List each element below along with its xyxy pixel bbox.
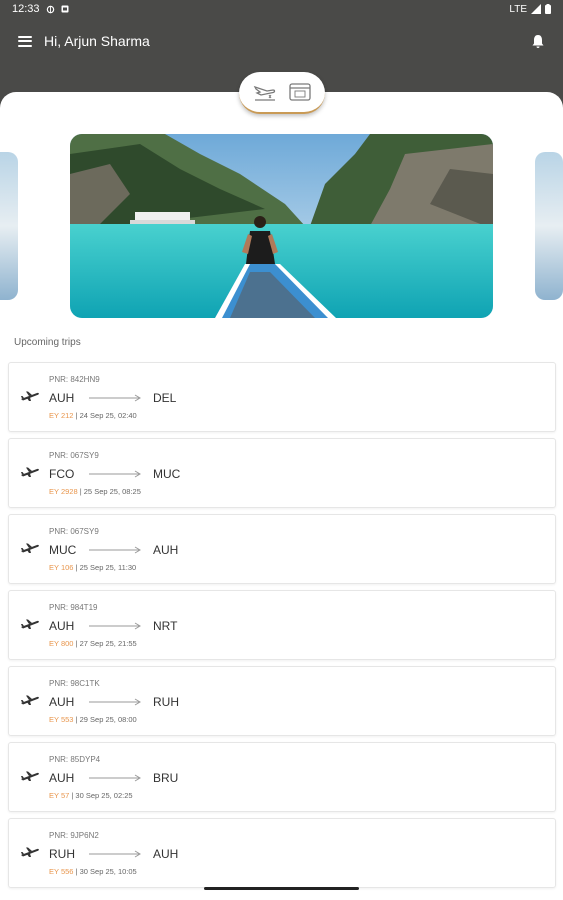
home-indicator[interactable] bbox=[204, 887, 359, 890]
trip-route: AUH DEL bbox=[49, 391, 176, 405]
status-bar: 12:33 LTE bbox=[0, 0, 563, 18]
calendar-mode-button[interactable] bbox=[285, 77, 315, 107]
notification-icon bbox=[61, 5, 69, 13]
trip-route: AUH RUH bbox=[49, 695, 179, 709]
carousel-prev-slide[interactable] bbox=[0, 152, 18, 300]
flight-date: 24 Sep 25, 02:40 bbox=[79, 411, 137, 420]
trip-route: FCO MUC bbox=[49, 467, 180, 481]
trip-pnr: PNR: 067SY9 bbox=[49, 527, 99, 536]
plane-icon bbox=[21, 467, 39, 477]
calendar-icon bbox=[288, 83, 311, 101]
flight-date: 25 Sep 25, 08:25 bbox=[83, 487, 141, 496]
carousel-next-slide[interactable] bbox=[535, 152, 563, 300]
plane-icon bbox=[21, 847, 39, 857]
destination-code: RUH bbox=[153, 695, 179, 709]
origin-code: AUH bbox=[49, 695, 75, 709]
origin-code: AUH bbox=[49, 391, 75, 405]
trip-card[interactable]: PNR: 9JP6N2 RUH AUH EY 556 | 30 Sep 25, 10:… bbox=[8, 818, 556, 888]
flight-date: 30 Sep 25, 02:25 bbox=[75, 791, 133, 800]
bell-icon[interactable] bbox=[531, 34, 545, 49]
trip-route: MUC AUH bbox=[49, 543, 178, 557]
trip-route: RUH AUH bbox=[49, 847, 178, 861]
origin-code: MUC bbox=[49, 543, 77, 557]
route-arrow-icon bbox=[89, 698, 141, 706]
trip-card[interactable]: PNR: 067SY9 MUC AUH EY 106 | 25 Sep 25, 11:… bbox=[8, 514, 556, 584]
app-bar: Hi, Arjun Sharma bbox=[0, 26, 563, 56]
origin-code: FCO bbox=[49, 467, 75, 481]
trip-card[interactable]: PNR: 98C1TK AUH RUH EY 553 | 29 Sep 25, 08:… bbox=[8, 666, 556, 736]
flight-mode-button[interactable] bbox=[250, 77, 280, 107]
destination-banner-image[interactable] bbox=[70, 134, 493, 318]
trip-pnr: PNR: 98C1TK bbox=[49, 679, 100, 688]
destination-code: AUH bbox=[153, 543, 179, 557]
origin-code: AUH bbox=[49, 619, 75, 633]
plane-icon bbox=[21, 771, 39, 781]
trip-flight-info: EY 800 | 27 Sep 25, 21:55 bbox=[49, 639, 137, 648]
trip-pnr: PNR: 067SY9 bbox=[49, 451, 99, 460]
flight-date: 25 Sep 25, 11:30 bbox=[79, 563, 137, 572]
route-arrow-icon bbox=[89, 394, 141, 402]
trip-flight-info: EY 106 | 25 Sep 25, 11:30 bbox=[49, 563, 136, 572]
trip-card[interactable]: PNR: 984T19 AUH NRT EY 800 | 27 Sep 25, 21:… bbox=[8, 590, 556, 660]
battery-icon bbox=[545, 4, 551, 14]
flight-number: EY 553 bbox=[49, 715, 74, 724]
trip-pnr: PNR: 85DYP4 bbox=[49, 755, 101, 764]
flight-number: EY 556 bbox=[49, 867, 74, 876]
flight-date: 29 Sep 25, 08:00 bbox=[79, 715, 137, 724]
plane-icon bbox=[21, 543, 39, 553]
trip-flight-info: EY 57 | 30 Sep 25, 02:25 bbox=[49, 791, 133, 800]
flight-date: 30 Sep 25, 10:05 bbox=[79, 867, 137, 876]
data-saver-icon bbox=[46, 5, 54, 13]
destination-code: MUC bbox=[153, 467, 181, 481]
trip-pnr: PNR: 842HN9 bbox=[49, 375, 100, 384]
trip-card[interactable]: PNR: 842HN9 AUH DEL EY 212 | 24 Sep 25, 02:… bbox=[8, 362, 556, 432]
menu-icon[interactable] bbox=[18, 35, 32, 47]
trip-route: AUH NRT bbox=[49, 619, 177, 633]
trip-pnr: PNR: 984T19 bbox=[49, 603, 98, 612]
destination-code: BRU bbox=[153, 771, 179, 785]
origin-code: RUH bbox=[49, 847, 75, 861]
trip-card[interactable]: PNR: 85DYP4 AUH BRU EY 57 | 30 Sep 25, 02:2… bbox=[8, 742, 556, 812]
status-time: 12:33 bbox=[12, 3, 40, 15]
destination-code: NRT bbox=[153, 619, 178, 633]
route-arrow-icon bbox=[89, 850, 141, 858]
flight-number: EY 106 bbox=[49, 563, 74, 572]
network-type: LTE bbox=[509, 3, 527, 15]
plane-icon bbox=[21, 391, 39, 401]
route-arrow-icon bbox=[89, 622, 141, 630]
route-arrow-icon bbox=[89, 470, 141, 478]
destination-code: DEL bbox=[153, 391, 177, 405]
route-arrow-icon bbox=[89, 774, 141, 782]
trip-card[interactable]: PNR: 067SY9 FCO MUC EY 2928 | 25 Sep 25, 08… bbox=[8, 438, 556, 508]
plane-icon bbox=[21, 619, 39, 629]
flight-number: EY 57 bbox=[49, 791, 70, 800]
flight-number: EY 212 bbox=[49, 411, 74, 420]
content-sheet: Upcoming trips PNR: 842HN9 AUH DEL EY 212 |… bbox=[0, 92, 563, 900]
upcoming-trips-heading: Upcoming trips bbox=[14, 337, 81, 348]
plane-icon bbox=[21, 695, 39, 705]
trip-flight-info: EY 553 | 29 Sep 25, 08:00 bbox=[49, 715, 137, 724]
trip-flight-info: EY 212 | 24 Sep 25, 02:40 bbox=[49, 411, 137, 420]
greeting: Hi, Arjun Sharma bbox=[44, 33, 150, 49]
origin-code: AUH bbox=[49, 771, 75, 785]
view-toggle bbox=[239, 72, 325, 114]
trip-route: AUH BRU bbox=[49, 771, 178, 785]
destination-code: AUH bbox=[153, 847, 179, 861]
route-arrow-icon bbox=[89, 546, 141, 554]
trip-pnr: PNR: 9JP6N2 bbox=[49, 831, 99, 840]
trip-flight-info: EY 556 | 30 Sep 25, 10:05 bbox=[49, 867, 137, 876]
flight-number: EY 800 bbox=[49, 639, 74, 648]
flight-land-icon bbox=[253, 85, 275, 101]
flight-date: 27 Sep 25, 21:55 bbox=[79, 639, 137, 648]
signal-icon bbox=[531, 4, 541, 14]
trip-flight-info: EY 2928 | 25 Sep 25, 08:25 bbox=[49, 487, 141, 496]
flight-number: EY 2928 bbox=[49, 487, 78, 496]
